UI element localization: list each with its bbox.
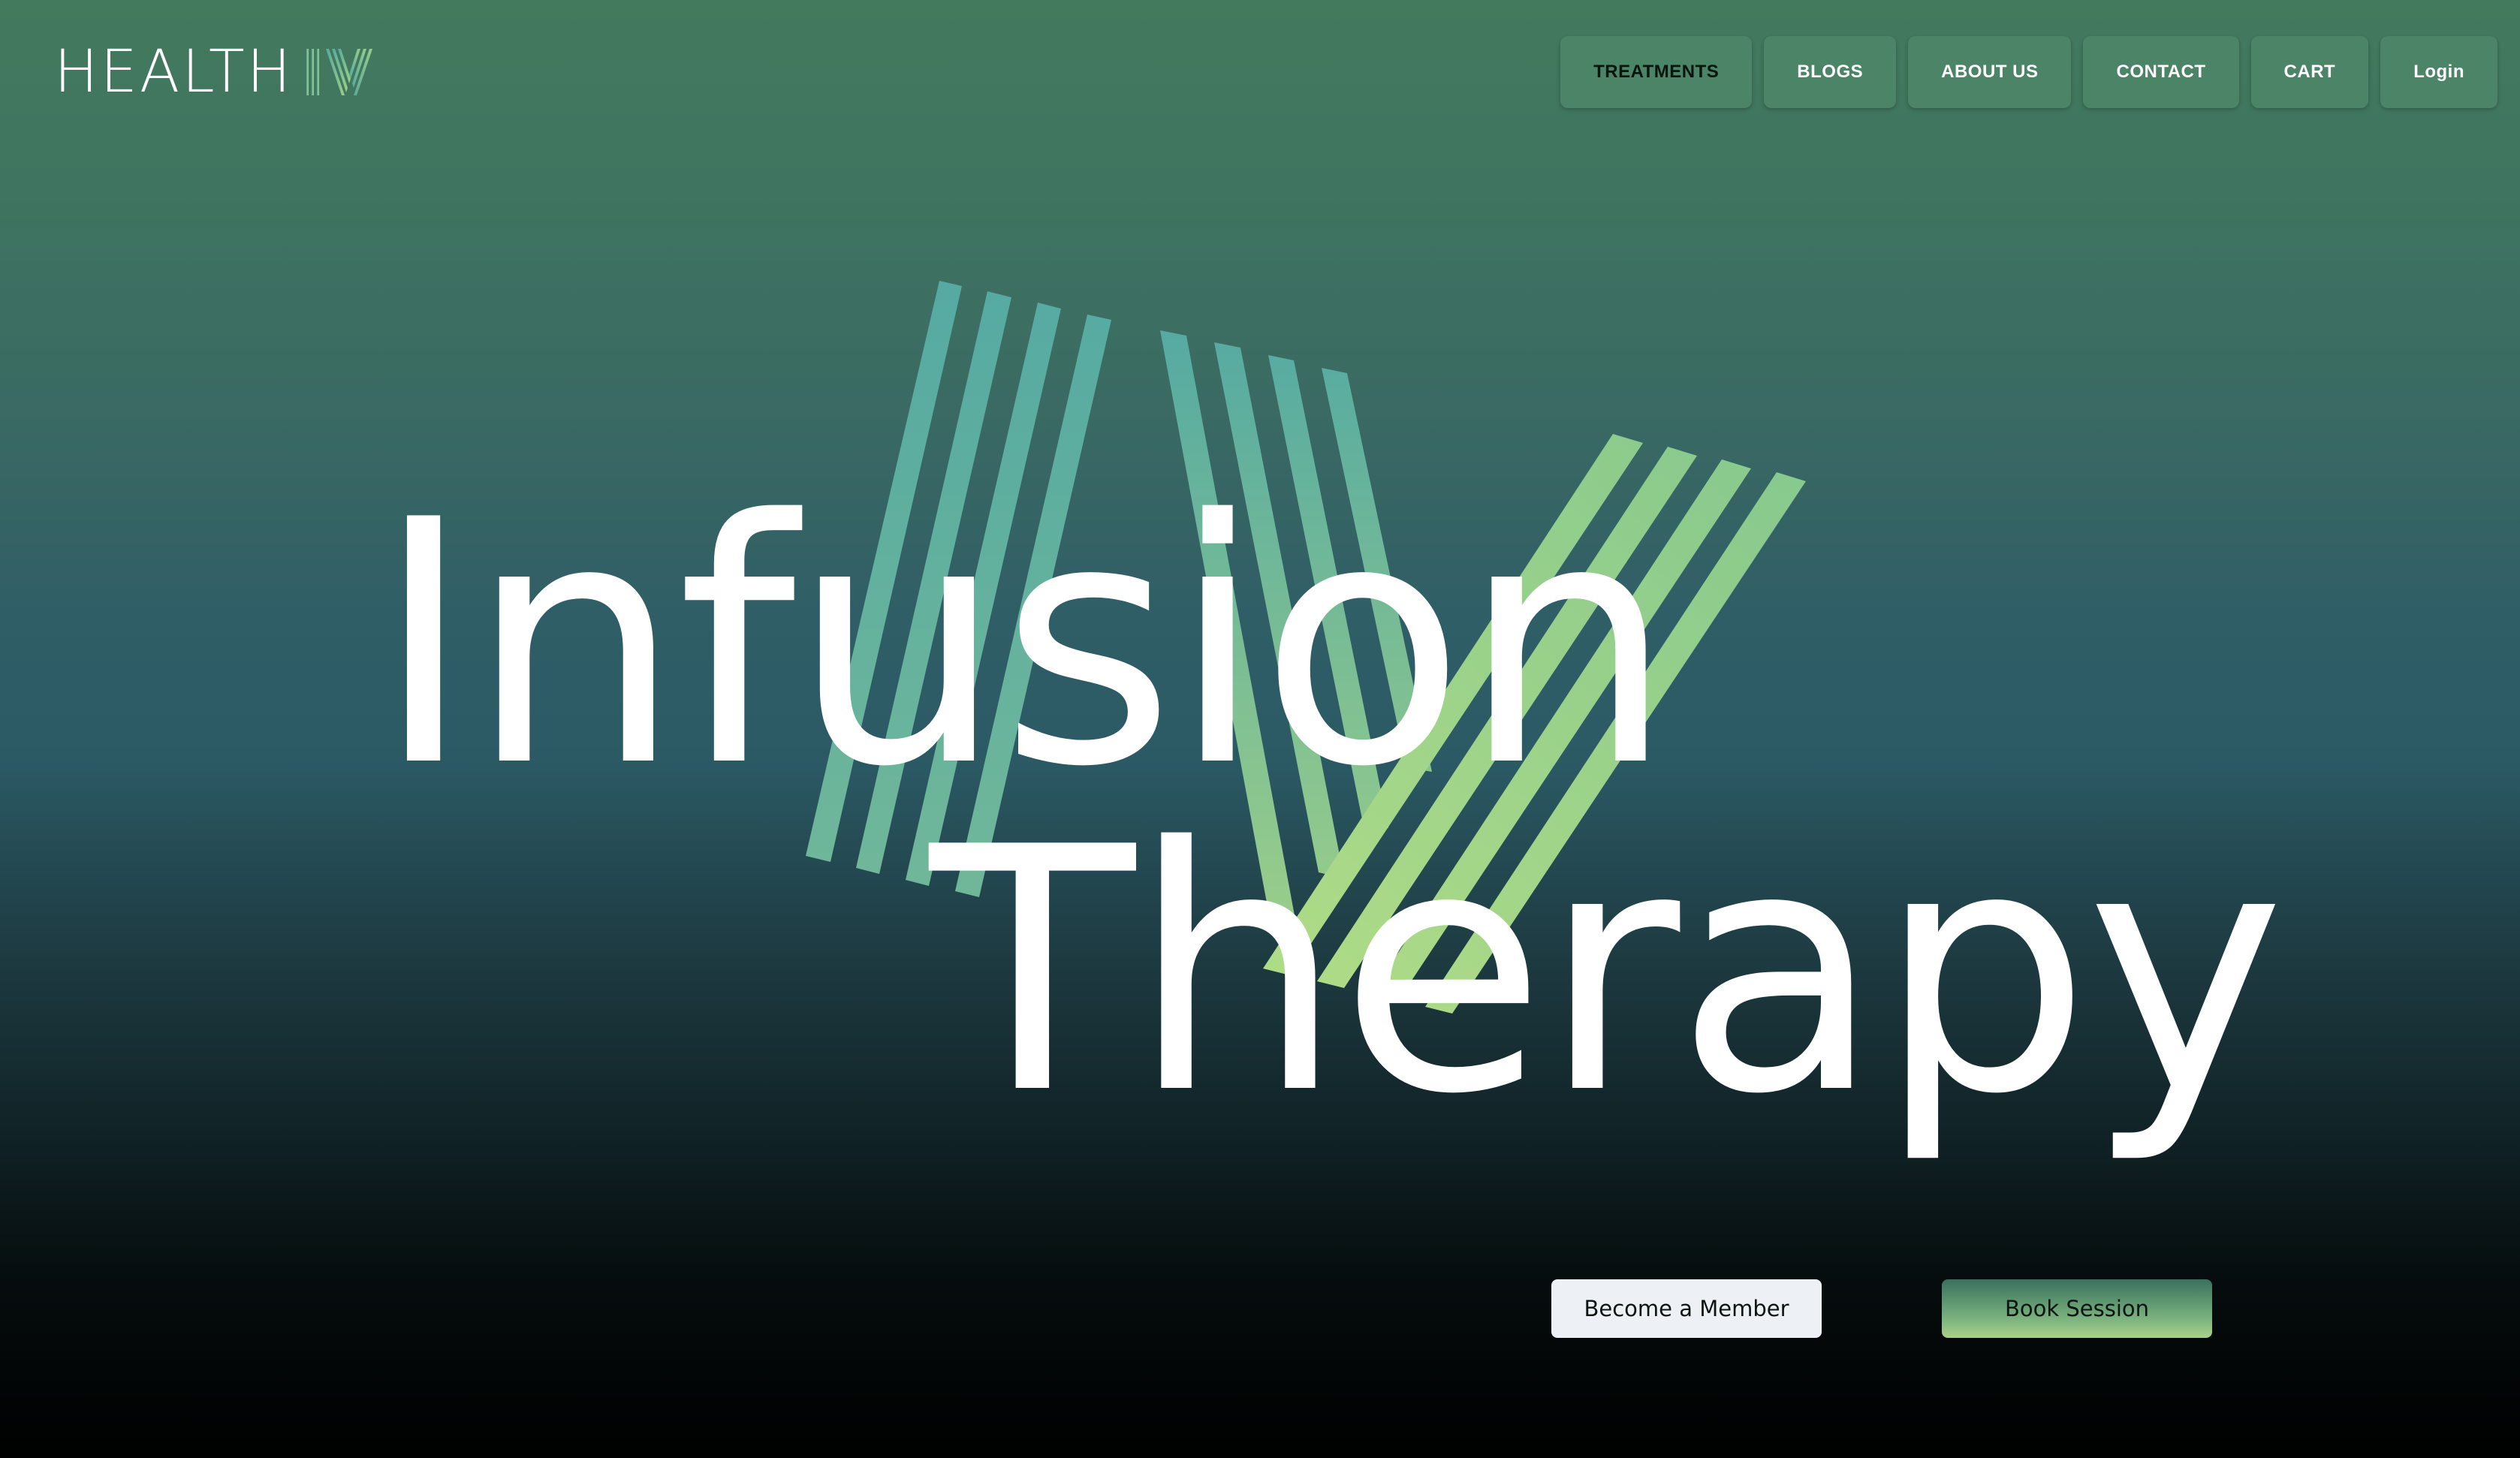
book-session-button[interactable]: Book Session [1942,1279,2212,1338]
hero-title-line-1: Infusion [374,448,1674,840]
nav-about-us-button[interactable]: ABOUT US [1908,36,2072,108]
nav-contact-button[interactable]: CONTACT [2083,36,2239,108]
nav-blogs-button[interactable]: BLOGS [1764,36,1897,108]
brand-logo[interactable]: HEALTH [54,38,374,106]
main-nav: TREATMENTS BLOGS ABOUT US CONTACT CART L… [1560,36,2497,108]
nav-login-button[interactable]: Login [2380,36,2497,108]
iv-lines-logo-icon [306,49,373,95]
hero-title-line-2: Therapy [930,776,2285,1167]
become-member-button[interactable]: Become a Member [1551,1279,1822,1338]
brand-name: HEALTH [54,38,294,106]
nav-cart-button[interactable]: CART [2250,36,2369,108]
nav-treatments-button[interactable]: TREATMENTS [1560,36,1753,108]
